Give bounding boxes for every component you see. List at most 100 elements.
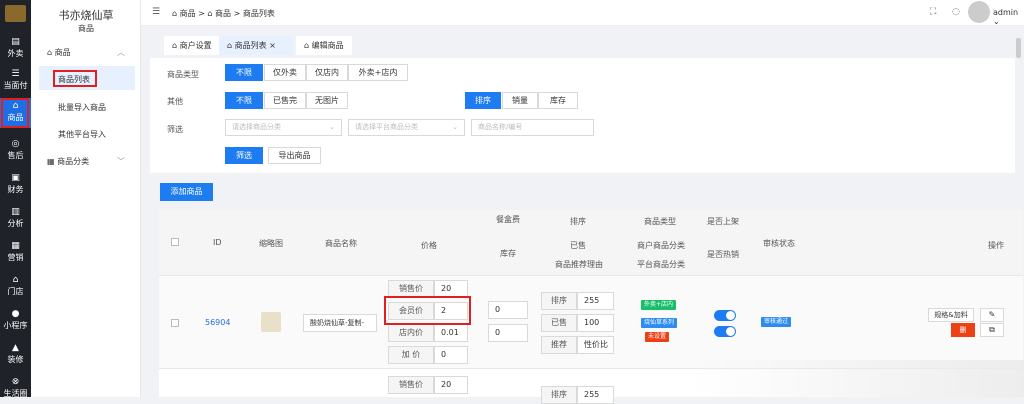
rail-item-pay[interactable]: ☰ 当面付: [0, 66, 31, 96]
copy-icon[interactable]: ⧉: [980, 323, 1004, 337]
takeout-icon: ▤: [11, 37, 20, 47]
rail-label: 当面付: [3, 81, 28, 90]
delete-button[interactable]: 删: [951, 323, 975, 337]
price-label-instore: 店内价: [388, 324, 434, 342]
rail-item-marketing[interactable]: ▦ 营销: [0, 238, 31, 268]
highlight-box-rail: [1, 98, 29, 128]
sort-option-order[interactable]: 排序: [465, 92, 501, 109]
menu-toggle-icon[interactable]: ☰: [152, 7, 160, 17]
rail-item-miniapp[interactable]: ● 小程序: [0, 306, 31, 336]
tab-edit-goods[interactable]: ⌂ 编辑商品: [296, 36, 352, 55]
th-goods-type: 商品类型: [644, 217, 676, 226]
sort-option-sales[interactable]: 销量: [502, 92, 538, 109]
box-fee-input[interactable]: 0: [488, 301, 528, 319]
rail-label: 营销: [7, 253, 24, 262]
chevron-down-icon: ⌄: [993, 17, 1000, 26]
refresh-icon[interactable]: ◌: [952, 7, 960, 17]
on-shelf-toggle[interactable]: [714, 310, 736, 321]
subnav-group-category[interactable]: ▦ 商品分类: [47, 156, 89, 167]
spec-addon-button[interactable]: 规格&加料: [928, 308, 974, 322]
avatar[interactable]: [968, 1, 990, 23]
rail-item-takeout[interactable]: ▤ 外卖: [0, 34, 31, 64]
rail-item-decorate[interactable]: ▲ 装修: [0, 340, 31, 370]
platform-select-placeholder: 请选择平台商品分类: [355, 123, 418, 131]
breadcrumb: ⌂ 商品 > ⌂ 商品 > 商品列表: [172, 8, 275, 19]
type-option-takeout[interactable]: 仅外卖: [264, 64, 306, 81]
platform-category-select[interactable]: 请选择平台商品分类 ⌄: [348, 119, 465, 136]
sort-option-stock[interactable]: 库存: [538, 92, 578, 109]
sort-input[interactable]: 255: [577, 386, 614, 404]
tab-goods-list[interactable]: ⌂ 商品列表 ×: [219, 36, 293, 55]
audit-status-badge: 审核通过: [761, 317, 792, 327]
th-stock: 库存: [500, 249, 516, 258]
hot-sale-toggle[interactable]: [714, 326, 736, 337]
tag-goods-type: 外卖+店内: [641, 300, 677, 310]
subnav-item-batch-import[interactable]: 批量导入商品: [58, 102, 106, 113]
wechat-icon: ●: [11, 309, 20, 319]
rail-item-analysis[interactable]: ▥ 分析: [0, 204, 31, 234]
type-option-instore[interactable]: 仅店内: [306, 64, 348, 81]
other-option-noimage[interactable]: 无图片: [306, 92, 348, 109]
row-checkbox[interactable]: [171, 319, 179, 327]
stock-input[interactable]: 0: [488, 324, 528, 342]
sort-label: 排序: [541, 292, 577, 310]
th-id: ID: [213, 238, 222, 247]
headset-icon: ◎: [11, 139, 20, 149]
add-goods-button[interactable]: 添加商品: [160, 183, 213, 201]
store-icon: ⌂: [12, 275, 19, 285]
th-hot: 是否热销: [707, 250, 739, 259]
breadcrumb-item: 商品列表: [242, 9, 275, 18]
watermark-overlay: [690, 360, 1024, 397]
rail-item-store[interactable]: ⌂ 门店: [0, 272, 31, 302]
user-menu[interactable]: admin ⌄: [993, 8, 1024, 26]
filter-button[interactable]: 筛选: [225, 147, 263, 164]
sold-input[interactable]: 100: [577, 314, 614, 332]
highlight-box-subnav: [53, 70, 97, 87]
category-select[interactable]: 请选择商品分类 ⌄: [225, 119, 342, 136]
th-ops: 操作: [988, 241, 1004, 250]
reason-label: 推荐: [541, 336, 577, 354]
shop-icon: ⌂: [172, 9, 178, 18]
goods-name-input[interactable]: 酸奶烧仙草-复制-: [303, 314, 377, 332]
breadcrumb-item[interactable]: 商品: [215, 9, 231, 18]
user-name: admin: [993, 8, 1019, 17]
search-input[interactable]: 商品名称/编号: [471, 119, 594, 136]
rail-label: 门店: [7, 287, 24, 296]
type-option-any[interactable]: 不限: [225, 64, 263, 81]
marketing-icon: ▦: [11, 241, 20, 251]
th-audit: 审核状态: [763, 239, 795, 248]
th-sort: 排序: [570, 217, 586, 226]
tag-merchant-category: 烧仙草系列: [641, 318, 678, 328]
rail-item-finance[interactable]: ▣ 财务: [0, 170, 31, 200]
rail-item-aftersale[interactable]: ◎ 售后: [0, 136, 31, 166]
brand-title: 书亦烧仙草: [58, 9, 114, 22]
tab-label: 编辑商品: [311, 41, 344, 50]
tab-merchant-settings[interactable]: ⌂ 商户设置: [164, 36, 220, 55]
markup-price-input[interactable]: 0: [434, 346, 468, 364]
edit-icon[interactable]: ✎: [980, 308, 1004, 322]
subnav-item-platform-import[interactable]: 其他平台导入: [58, 129, 106, 140]
type-option-both[interactable]: 外卖+店内: [348, 64, 408, 81]
sort-input[interactable]: 255: [577, 292, 614, 310]
finance-icon: ▣: [11, 173, 20, 183]
th-thumb: 缩略图: [259, 239, 283, 248]
rail-item-life[interactable]: ⊗ 生活圈: [0, 374, 31, 404]
breadcrumb-item[interactable]: 商品: [180, 9, 196, 18]
other-option-any[interactable]: 不限: [225, 92, 263, 109]
goods-id-link[interactable]: 56904: [205, 318, 230, 327]
chart-icon: ▥: [11, 207, 20, 217]
close-icon[interactable]: ×: [269, 41, 276, 50]
filter-label: 筛选: [167, 125, 183, 134]
chevron-down-icon: ⌄: [452, 123, 458, 131]
export-button[interactable]: 导出商品: [268, 147, 321, 164]
search-input-placeholder: 商品名称/编号: [478, 123, 523, 131]
scrollbar-thumb[interactable]: [1016, 38, 1021, 58]
reason-input[interactable]: 性价比: [577, 336, 614, 354]
highlight-box-member-price: [384, 296, 471, 325]
sale-price-input[interactable]: 20: [434, 376, 468, 394]
subnav-group-goods[interactable]: ⌂ 商品: [47, 47, 71, 58]
instore-price-input[interactable]: 0.01: [434, 324, 468, 342]
other-option-soldout[interactable]: 已售完: [264, 92, 306, 109]
fullscreen-icon[interactable]: ⛶: [930, 7, 936, 17]
select-all-checkbox[interactable]: [171, 238, 179, 246]
